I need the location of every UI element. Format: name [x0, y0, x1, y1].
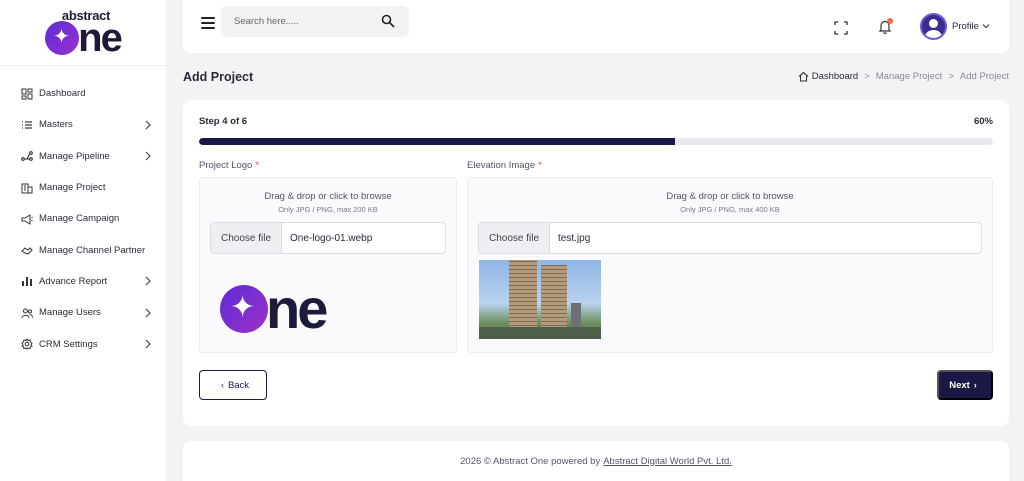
brand-logo-o-icon	[45, 21, 80, 55]
step-indicator: Step 4 of 6	[199, 116, 248, 127]
sidebar-item-label: CRM Settings	[39, 338, 98, 350]
building-icon	[20, 181, 33, 194]
top-bar: Profile	[183, 0, 1009, 53]
next-button[interactable]: Next ›	[937, 370, 993, 400]
chevron-down-icon	[982, 24, 990, 29]
notification-bell-icon[interactable]	[878, 18, 893, 35]
chevron-right-icon	[144, 276, 152, 286]
wizard-card: Step 4 of 6 60% Project Logo * Drag & dro…	[183, 100, 1009, 426]
footer-text: 2026 © Abstract One powered by	[460, 455, 601, 467]
search-icon[interactable]	[381, 14, 395, 28]
chevron-right-icon	[144, 339, 152, 349]
breadcrumb-separator: >	[864, 71, 870, 82]
users-icon	[20, 306, 33, 319]
search-input[interactable]	[221, 6, 376, 37]
breadcrumb-current: Add Project	[959, 71, 1009, 82]
avatar	[920, 12, 947, 40]
breadcrumb-separator: >	[948, 71, 954, 82]
chevron-right-icon	[144, 151, 152, 161]
elevation-image-file-input[interactable]: Choose file test.jpg	[478, 222, 982, 254]
chevron-right-icon: ›	[973, 380, 977, 390]
dropzone-instructions: Drag & drop or click to browse	[666, 191, 794, 202]
chevron-right-icon	[144, 120, 152, 130]
list-icon	[20, 118, 33, 131]
project-logo-file-input[interactable]: Choose file One-logo-01.webp	[210, 222, 446, 254]
handshake-icon	[20, 244, 33, 257]
menu-toggle-icon[interactable]	[201, 17, 215, 29]
sidebar-item-label: Advance Report	[39, 275, 108, 287]
project-logo-label: Project Logo *	[199, 160, 260, 171]
fullscreen-icon[interactable]	[834, 21, 848, 35]
sidebar-item-manage-pipeline[interactable]: Manage Pipeline	[0, 141, 166, 172]
profile-label: Profile	[952, 20, 979, 32]
progress-bar	[199, 138, 993, 145]
brand-logo[interactable]: abstract ne	[0, 0, 166, 66]
dropzone-instructions: Drag & drop or click to browse	[264, 191, 392, 202]
sidebar-item-label: Manage Pipeline	[39, 150, 110, 162]
sidebar-item-label: Manage Users	[39, 307, 101, 319]
pipeline-icon	[20, 150, 33, 163]
logo-o-icon	[220, 285, 268, 333]
sidebar-item-manage-project[interactable]: Manage Project	[0, 172, 166, 203]
breadcrumb-parent[interactable]: Manage Project	[876, 71, 943, 82]
progress-bar-fill	[199, 138, 676, 145]
search-box	[221, 6, 409, 37]
sidebar-nav: Dashboard Masters Manage Pipeline Manage…	[0, 78, 166, 360]
elevation-image-dropzone[interactable]: Drag & drop or click to browse Only JPG …	[467, 177, 993, 353]
progress-percent: 60%	[973, 116, 993, 127]
sidebar-item-manage-channel-partner[interactable]: Manage Channel Partner	[0, 234, 166, 265]
project-logo-preview: ne	[220, 277, 328, 340]
footer: 2026 © Abstract One powered by Abstract …	[183, 441, 1009, 481]
profile-menu[interactable]: Profile	[920, 12, 990, 40]
selected-file-name: test.jpg	[558, 232, 591, 244]
choose-file-button[interactable]: Choose file	[479, 223, 551, 253]
selected-file-name: One-logo-01.webp	[290, 232, 373, 244]
choose-file-button[interactable]: Choose file	[211, 223, 283, 253]
breadcrumb-home[interactable]: Dashboard	[798, 71, 858, 82]
sidebar-item-advance-report[interactable]: Advance Report	[0, 266, 166, 297]
page-title: Add Project	[183, 70, 254, 84]
project-logo-dropzone[interactable]: Drag & drop or click to browse Only JPG …	[199, 177, 457, 353]
logo-preview-text: ne	[266, 277, 328, 340]
gear-icon	[20, 338, 33, 351]
next-button-label: Next	[949, 379, 970, 391]
footer-company-link[interactable]: Abstract Digital World Pvt. Ltd.	[603, 456, 732, 467]
sidebar-item-dashboard[interactable]: Dashboard	[0, 78, 166, 109]
back-button[interactable]: ‹ Back	[199, 370, 267, 400]
sidebar-item-label: Manage Project	[39, 182, 106, 194]
chevron-right-icon	[144, 308, 152, 318]
breadcrumb: Dashboard > Manage Project > Add Project	[798, 71, 1009, 82]
brand-logo-line2: ne	[78, 16, 123, 60]
sidebar: abstract ne Dashboard Masters Manage Pip…	[0, 0, 167, 481]
sidebar-item-label: Dashboard	[39, 88, 86, 100]
back-button-label: Back	[227, 379, 250, 391]
notification-dot	[887, 18, 893, 24]
megaphone-icon	[20, 212, 33, 225]
home-icon	[798, 71, 809, 82]
sidebar-item-label: Masters	[39, 119, 73, 131]
sidebar-item-crm-settings[interactable]: CRM Settings	[0, 328, 166, 359]
bar-chart-icon	[20, 275, 33, 288]
dropzone-hint: Only JPG / PNG, max 200 KB	[278, 205, 378, 214]
chevron-left-icon: ‹	[220, 380, 224, 390]
sidebar-item-manage-campaign[interactable]: Manage Campaign	[0, 203, 166, 234]
sidebar-item-masters[interactable]: Masters	[0, 109, 166, 140]
dropzone-hint: Only JPG / PNG, max 400 KB	[680, 205, 780, 214]
sidebar-item-label: Manage Channel Partner	[39, 244, 146, 256]
elevation-image-label: Elevation Image *	[467, 160, 542, 171]
sidebar-item-label: Manage Campaign	[39, 213, 120, 225]
elevation-image-preview	[479, 260, 601, 339]
breadcrumb-home-label: Dashboard	[811, 71, 859, 82]
sidebar-item-manage-users[interactable]: Manage Users	[0, 297, 166, 328]
dashboard-icon	[20, 87, 33, 100]
